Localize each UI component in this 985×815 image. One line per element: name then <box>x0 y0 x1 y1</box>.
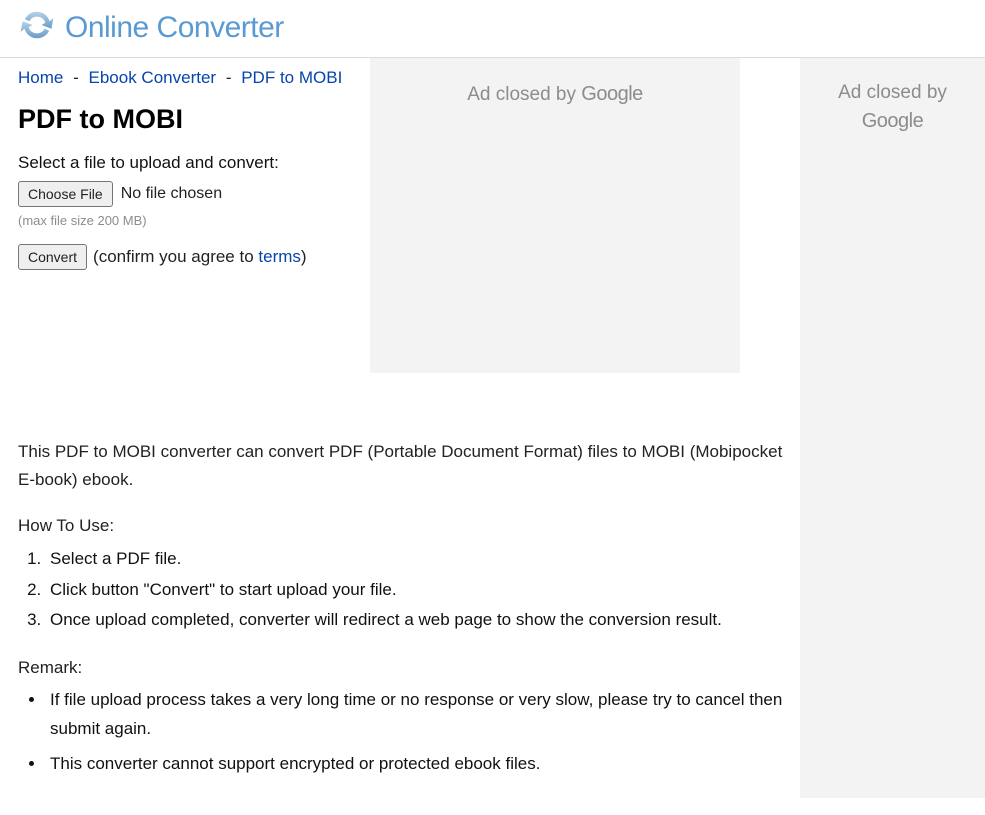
remark-heading: Remark: <box>18 658 798 678</box>
breadcrumb-current-link[interactable]: PDF to MOBI <box>241 68 342 87</box>
content-area: Ad closed by Google Ad closed by Google … <box>0 58 985 815</box>
ad-slot-right: Ad closed by Google <box>800 58 985 798</box>
file-status-text: No file chosen <box>121 185 222 203</box>
list-item: Once upload completed, converter will re… <box>46 605 798 636</box>
breadcrumb-ebook-link[interactable]: Ebook Converter <box>89 68 217 87</box>
description-block: This PDF to MOBI converter can convert P… <box>18 438 798 779</box>
remarks-list: If file upload process takes a very long… <box>18 686 798 779</box>
terms-link[interactable]: terms <box>258 247 301 266</box>
logo-area[interactable]: Online Converter <box>18 6 284 49</box>
breadcrumb-home-link[interactable]: Home <box>18 68 63 87</box>
intro-paragraph: This PDF to MOBI converter can convert P… <box>18 438 798 494</box>
choose-file-button[interactable]: Choose File <box>18 181 113 207</box>
ad-closed-label: Ad closed by Google <box>467 80 643 109</box>
confirm-prefix: (confirm you agree to <box>93 247 258 266</box>
list-item: Select a PDF file. <box>46 544 798 575</box>
howto-steps-list: Select a PDF file. Click button "Convert… <box>18 544 798 636</box>
ad-slot-middle: Ad closed by Google <box>370 58 740 373</box>
confirm-suffix: ) <box>301 247 307 266</box>
site-title[interactable]: Online Converter <box>65 11 284 45</box>
breadcrumb-separator: - <box>73 68 79 87</box>
ad-closed-label: Ad closed by Google <box>838 80 947 135</box>
site-header: Online Converter <box>0 0 985 58</box>
refresh-arrows-icon <box>18 6 56 49</box>
google-logo-text: Google <box>862 110 924 132</box>
google-logo-text: Google <box>581 83 643 105</box>
list-item: This converter cannot support encrypted … <box>46 750 798 779</box>
ad-text-prefix: Ad closed by <box>467 84 581 105</box>
howto-heading: How To Use: <box>18 516 798 536</box>
confirm-text: (confirm you agree to terms) <box>93 247 307 267</box>
breadcrumb-separator: - <box>226 68 232 87</box>
list-item: Click button "Convert" to start upload y… <box>46 575 798 606</box>
ad-text-prefix: Ad closed by <box>838 82 947 103</box>
list-item: If file upload process takes a very long… <box>46 686 798 744</box>
convert-button[interactable]: Convert <box>18 244 87 270</box>
